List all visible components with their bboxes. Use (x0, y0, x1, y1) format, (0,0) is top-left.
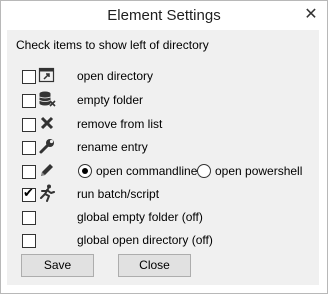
checkbox-remove-from-list[interactable] (22, 118, 36, 132)
item-row-rename-entry: rename entry (0, 137, 326, 159)
item-row-run-batch-script: ✔ run batch/script (0, 184, 326, 206)
close-button[interactable]: Close (118, 254, 191, 277)
checkbox-empty-folder[interactable] (22, 94, 36, 108)
label-run-batch-script: run batch/script (77, 187, 160, 201)
item-row-global-empty-folder: global empty folder (off) (0, 207, 326, 229)
label-global-open-directory: global open directory (off) (77, 233, 213, 247)
close-x-icon (40, 116, 54, 130)
checkbox-global-open-directory[interactable] (22, 234, 36, 248)
wrench-icon (39, 139, 54, 154)
save-button[interactable]: Save (21, 254, 94, 277)
heading-text: Check items to show left of directory (16, 38, 209, 52)
item-row-empty-folder: empty folder (0, 90, 326, 112)
close-window-button[interactable]: ✕ (304, 7, 318, 23)
checkbox-global-empty-folder[interactable] (22, 211, 36, 225)
runner-icon (40, 184, 55, 202)
checkbox-open-directory[interactable] (22, 70, 36, 84)
checkmark-icon: ✔ (23, 186, 34, 201)
item-row-remove-from-list: remove from list (0, 114, 326, 136)
item-row-open-directory: open directory (0, 66, 326, 88)
label-open-powershell: open powershell (215, 164, 303, 178)
checkbox-rename-entry[interactable] (22, 141, 36, 155)
radio-open-commandline[interactable] (78, 164, 92, 178)
label-global-empty-folder: global empty folder (off) (77, 210, 203, 224)
item-row-global-open-directory: global open directory (off) (0, 230, 326, 252)
radio-selected-dot (82, 168, 88, 174)
radio-open-powershell[interactable] (197, 164, 211, 178)
checkbox-run-batch-script[interactable]: ✔ (22, 186, 36, 202)
database-x-icon (39, 91, 56, 107)
label-open-commandline: open commandline (96, 164, 198, 178)
pencil-icon (41, 164, 53, 176)
item-row-commandline: open commandline open powershell (0, 161, 326, 183)
title-bar: Element Settings ✕ (1, 1, 327, 31)
label-open-directory: open directory (77, 69, 154, 83)
checkbox-commandline[interactable] (22, 165, 36, 179)
open-folder-icon (38, 67, 55, 83)
label-rename-entry: rename entry (77, 140, 148, 154)
label-remove-from-list: remove from list (77, 117, 163, 131)
label-empty-folder: empty folder (77, 93, 144, 107)
window-title: Element Settings (107, 7, 221, 24)
